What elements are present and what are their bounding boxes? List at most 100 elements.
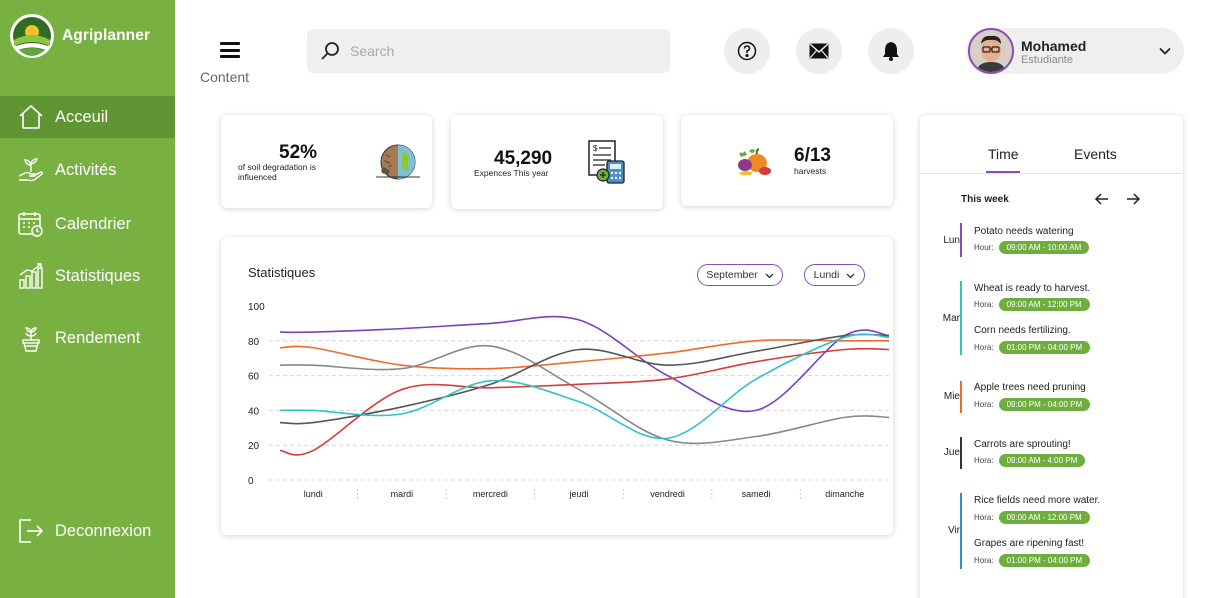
sidebar-item-calendrier[interactable]: Calendrier: [0, 203, 175, 245]
sidebar-item-label: Activités: [55, 160, 117, 179]
x-tick-label: jeudi: [568, 489, 588, 499]
stat-value: 45,290: [494, 148, 553, 169]
x-tick-label: mardi: [391, 489, 414, 499]
notifications-button[interactable]: [868, 28, 914, 74]
app-name: Agriplanner: [62, 27, 151, 44]
time-badge: 09:00 AM - 10:00 AM: [998, 241, 1090, 254]
event-title: Corn needs fertilizing.: [974, 325, 1071, 336]
sidebar-item-label: Statistiques: [55, 266, 141, 285]
bell-icon: [883, 42, 899, 61]
x-tick-label: vendredi: [650, 489, 685, 499]
search-input[interactable]: [350, 43, 630, 59]
stat-value: 52%: [279, 142, 318, 163]
bar-chart-icon: [17, 262, 45, 290]
day-label: Vir: [947, 525, 960, 536]
event-hour: Hora: 09:00 AM - 12:00 PM: [974, 298, 1090, 311]
tab-time[interactable]: Time: [988, 146, 1019, 162]
plant-hand-icon: [17, 156, 45, 184]
hour-label: Hora:: [974, 556, 994, 565]
day-bar: [960, 381, 962, 413]
time-badge: 09:00 AM - 12:00 PM: [998, 511, 1090, 524]
event-hour: Hora: 01:00 PM - 04:00 PM: [974, 341, 1091, 354]
stat-card-expenses: 45,290 Expences This year $: [451, 115, 663, 209]
y-tick-label: 100: [248, 302, 265, 313]
logo-icon: [10, 14, 54, 58]
event-hour: Hour: 09:00 AM - 10:00 AM: [974, 241, 1090, 254]
help-icon: [737, 41, 757, 61]
logout-icon: [17, 517, 45, 545]
chevron-down-icon: [1159, 47, 1171, 55]
event-title: Carrots are sprouting!: [974, 439, 1071, 450]
app-logo[interactable]: Agriplanner: [8, 12, 150, 60]
potted-plant-icon: [17, 324, 45, 352]
statistics-card: Statistiques September Lundi 0 20 40 60 80 10…: [221, 237, 893, 535]
time-badge: 01:00 PM - 04:00 PM: [998, 341, 1091, 354]
event-title: Wheat is ready to harvest.: [974, 283, 1091, 294]
event-title: Potato needs watering: [974, 226, 1074, 237]
mail-icon: [809, 43, 829, 59]
event-title: Rice fields need more water.: [974, 495, 1101, 506]
user-menu[interactable]: Mohamed Estudiante: [966, 28, 1184, 74]
time-badge: 01:00 PM - 04:00 PM: [998, 554, 1091, 567]
day-label: Jue: [943, 447, 960, 458]
day-label: Mie: [943, 391, 960, 402]
sidebar-item-acceuil[interactable]: Acceuil: [0, 96, 175, 138]
time-badge: 09:00 AM - 12:00 PM: [998, 298, 1090, 311]
hour-label: Hora:: [974, 400, 994, 409]
mail-button[interactable]: [796, 28, 842, 74]
y-tick-label: 40: [248, 406, 260, 417]
logout-button[interactable]: Deconnexion: [0, 510, 175, 552]
stat-label: Expences This year: [474, 168, 549, 178]
schedule-panel: Time Events This week Lun Potato needs w…: [920, 115, 1183, 598]
invoice-calculator-icon: $: [588, 140, 625, 184]
stat-label: harvests: [794, 166, 827, 176]
hour-label: Hora:: [974, 300, 994, 309]
hour-label: Hour:: [974, 243, 994, 252]
x-tick-label: mercredi: [473, 489, 508, 499]
hamburger-menu-icon[interactable]: [220, 42, 240, 60]
hour-label: Hora:: [974, 343, 994, 352]
x-tick-label: samedi: [742, 489, 771, 499]
tab-events[interactable]: Events: [1074, 146, 1117, 162]
day-bar: [960, 437, 962, 469]
day-label: Lun: [943, 235, 960, 246]
event-hour: Hora: 09:00 PM - 04:00 PM: [974, 398, 1091, 411]
time-badge: 09:00 PM - 04:00 PM: [998, 398, 1091, 411]
home-icon: [17, 103, 45, 131]
calendar-icon: [17, 210, 45, 238]
event-hour: Hora: 01:00 PM - 04:00 PM: [974, 554, 1091, 567]
hour-label: Hora:: [974, 456, 994, 465]
arrow-right-icon[interactable]: [1125, 191, 1141, 207]
sidebar-item-rendement[interactable]: Rendement: [0, 317, 175, 359]
event-hour: Hora: 09:00 AM - 4:00 PM: [974, 454, 1086, 467]
help-button[interactable]: [724, 28, 770, 74]
day-bar: [960, 493, 962, 569]
user-role: Estudiante: [1021, 54, 1073, 66]
search-icon: [321, 42, 339, 60]
sidebar: Agriplanner Acceuil Activités Calendrier…: [0, 0, 175, 598]
stat-value: 6/13: [794, 145, 831, 166]
stat-label: of soil degradation is influenced: [238, 162, 316, 182]
day-bar: [960, 223, 962, 257]
day-label: Mar: [942, 313, 960, 324]
sidebar-item-statistiques[interactable]: Statistiques: [0, 255, 175, 297]
sidebar-item-label: Rendement: [55, 328, 141, 347]
series-line-1: [279, 315, 890, 413]
arrow-left-icon[interactable]: [1094, 191, 1110, 207]
sidebar-item-label: Acceuil: [55, 107, 109, 126]
svg-text:$: $: [593, 144, 598, 153]
vegetables-icon: [738, 148, 771, 175]
day-bar: [960, 281, 962, 355]
x-tick-label: dimanche: [825, 489, 864, 499]
event-title: Grapes are ripening fast!: [974, 538, 1085, 549]
sidebar-item-activites[interactable]: Activités: [0, 149, 175, 191]
hour-label: Hora:: [974, 513, 994, 522]
sidebar-item-label: Calendrier: [55, 214, 132, 233]
event-title: Apple trees need pruning: [974, 382, 1086, 393]
y-tick-label: 60: [248, 372, 260, 383]
search-bar[interactable]: [307, 29, 670, 73]
week-label: This week: [961, 194, 1009, 205]
logout-label: Deconnexion: [55, 521, 152, 540]
tab-divider: [920, 173, 1182, 174]
x-tick-label: lundi: [304, 489, 323, 499]
